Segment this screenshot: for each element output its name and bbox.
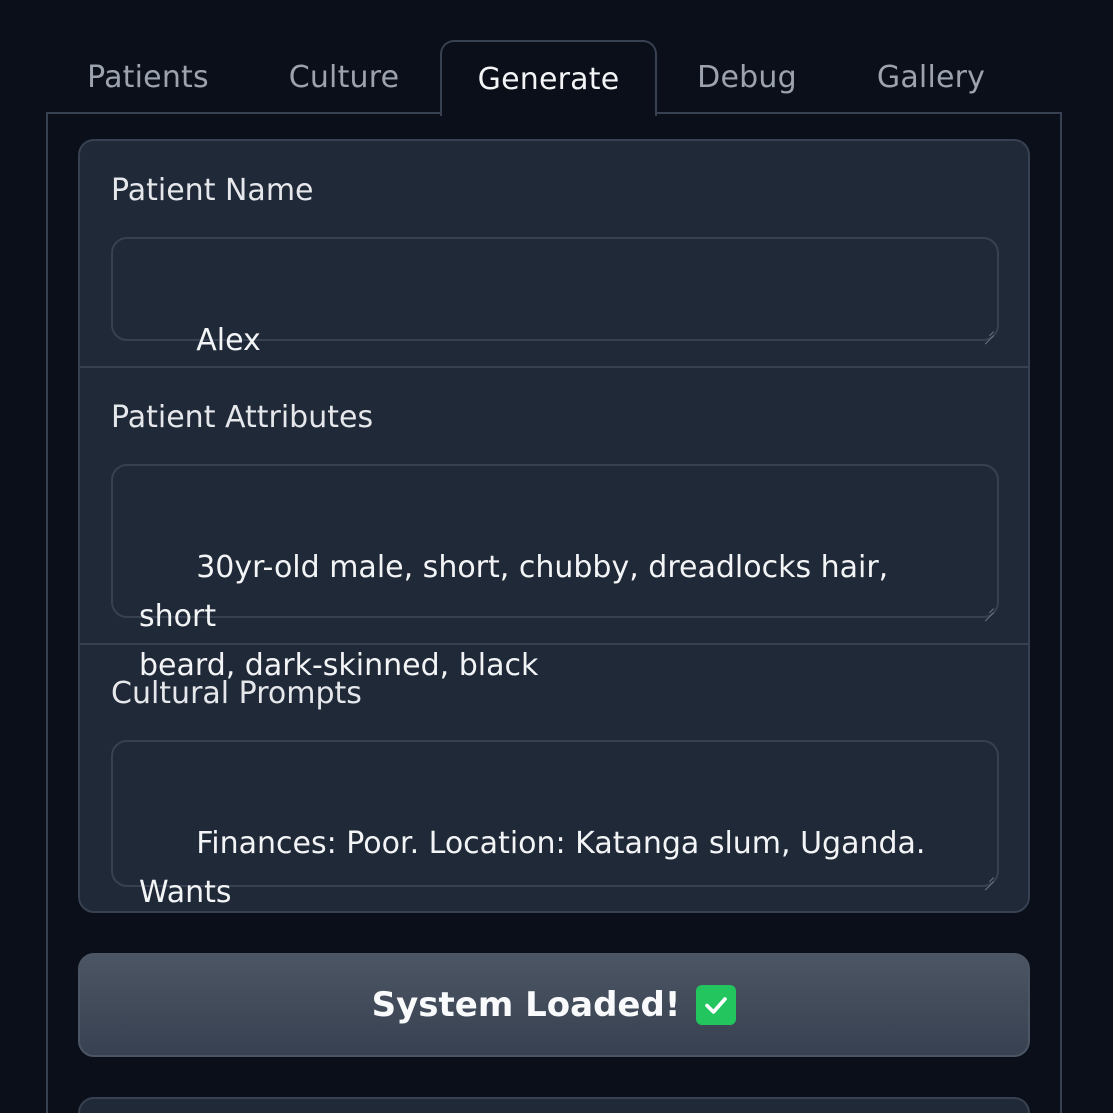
cultural-prompts-input[interactable]: Finances: Poor. Location: Katanga slum, … [111, 740, 999, 910]
tab-culture[interactable]: Culture [256, 40, 432, 114]
patient-name-label: Patient Name [111, 173, 314, 208]
patient-attributes-input[interactable]: 30yr-old male, short, chubby, dreadlocks… [111, 464, 999, 683]
check-mark-icon [696, 985, 737, 1025]
tab-patients[interactable]: Patients [58, 40, 238, 114]
tab-generate[interactable]: Generate [440, 40, 657, 116]
tab-bar: Patients Culture Generate Debug Gallery [46, 40, 1062, 116]
cultural-prompts-label: Cultural Prompts [111, 676, 362, 711]
resize-grip-icon[interactable] [984, 872, 994, 882]
patient-form-card: Patient Name Alex Patient Attributes 30y… [78, 139, 1030, 913]
divider [80, 366, 1028, 368]
resize-grip-icon[interactable] [984, 326, 994, 336]
patient-name-value: Alex [196, 323, 261, 358]
patient-attributes-value: 30yr-old male, short, chubby, dreadlocks… [139, 550, 889, 683]
divider [80, 643, 1028, 645]
patient-name-input[interactable]: Alex [111, 237, 999, 358]
resize-grip-icon[interactable] [984, 603, 994, 613]
output-card [78, 1097, 1030, 1113]
system-loaded-button[interactable]: System Loaded! [78, 953, 1030, 1057]
tab-gallery[interactable]: Gallery [841, 40, 1021, 114]
patient-attributes-label: Patient Attributes [111, 400, 374, 435]
app-page: Patients Culture Generate Debug Gallery … [0, 0, 1113, 1113]
tab-debug[interactable]: Debug [666, 40, 828, 114]
cultural-prompts-value: Finances: Poor. Location: Katanga slum, … [139, 826, 926, 910]
system-loaded-label: System Loaded! [371, 985, 681, 1025]
